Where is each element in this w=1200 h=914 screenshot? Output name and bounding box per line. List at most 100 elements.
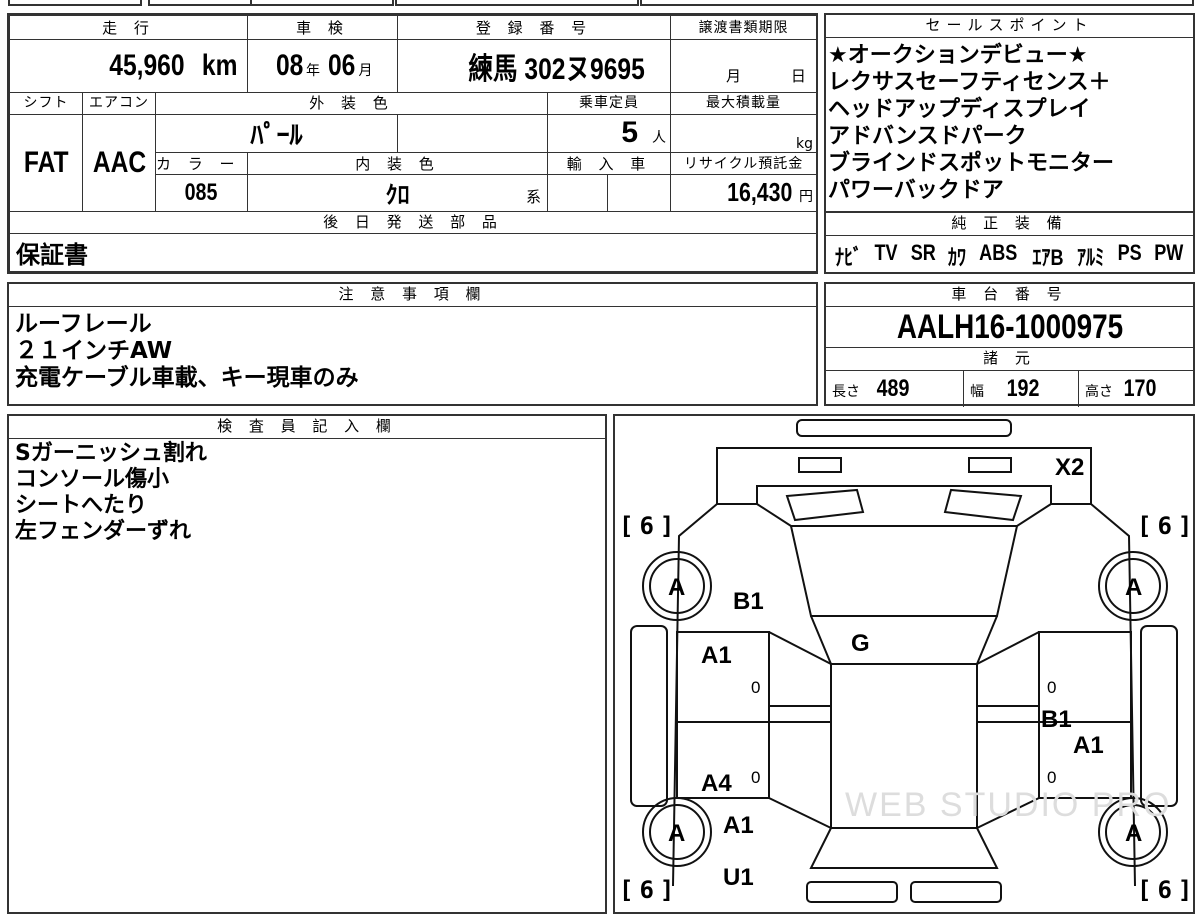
mark-roof: X2 [1055,454,1085,481]
equipment-item: ｱﾙﾐ [1077,245,1105,270]
note-line: ルーフレール [15,311,152,337]
exterior-extra-cell [397,113,549,154]
zero-mark: 0 [1047,768,1057,787]
color-no-value: 085 [185,178,218,206]
sales-points-header: セールスポイント [826,15,1193,38]
mileage-cell: 45,960 km [8,39,249,93]
inspector-line: 左フェンダーずれ [15,519,192,544]
mileage-unit: km [201,48,238,82]
note-line: 充電ケーブル車載、キー現車のみ [15,365,359,391]
later-parts-value: 保証書 [16,240,88,269]
recycle-unit: 円 [799,189,814,206]
recycle-header: リサイクル預託金 [670,152,818,176]
mark-wheel-fr: A [1125,574,1143,601]
inspector-list: Sガーニッシュ割れ コンソール傷小 シートへたり 左フェンダーずれ [9,439,605,545]
equipment-item: TV [874,240,898,265]
height-label: 高さ [1085,384,1113,400]
height-value: 170 [1123,375,1157,402]
exterior-value: ﾊﾟｰﾙ [250,120,303,151]
equipment-box: 純 正 装 備 ﾅﾋﾞ TV SR ｶﾜ ABS ｴｱB ｱﾙﾐ PS PW [824,211,1195,274]
width-value: 192 [1006,375,1040,402]
notes-box: 注 意 事 項 欄 ルーフレール ２１インチAW 充電ケーブル車載、キー現車のみ [7,282,818,406]
spec-height: 高さ 170 [1079,371,1193,407]
length-label: 長さ [832,384,860,400]
later-parts-cell: 保証書 [8,232,818,273]
note-line: ２１インチAW [15,338,173,364]
mark-wheel-rl: A [668,820,686,847]
equipment-item: SR [910,240,936,265]
recycle-cell: 16,430 円 [670,174,818,212]
interior-cell: ｸﾛ 系 [247,174,549,212]
transfer-cell: 月 日 [670,39,818,93]
spec-row: 長さ 489 幅 192 高さ 170 [826,371,1193,407]
capacity-cell: 5人 [547,113,672,154]
capacity-value: 5 [621,116,639,150]
inspection-year: 08 [275,48,303,82]
mileage-header: 走 行 [8,14,249,41]
chassis-number: AALH16-1000975 [896,308,1123,346]
notes-list: ルーフレール ２１インチAW 充電ケーブル車載、キー現車のみ [9,307,816,392]
tire-fl-value: 6 [639,512,660,540]
mark-windshield: G [851,630,870,657]
tire-fr: [6] [1137,512,1199,540]
sales-line: ヘッドアップディスプレイ [828,97,1091,122]
watermark: WEB STUDIO PRO [845,786,1172,824]
spec-header: 諸 元 [826,348,1193,371]
sales-points-box: セールスポイント ★オークションデビュー★ レクサスセーフティセンス＋ ヘッドア… [824,13,1195,213]
mark-wheel-fl: A [668,574,686,601]
registration-header: 登 録 番 号 [397,14,672,41]
car-diagram: WEB STUDIO PRO [6] [6] [6] [6] X2 A A A … [613,414,1195,914]
top-strip [0,0,1200,6]
ac-value: AAC [92,145,146,179]
equipment-list: ﾅﾋﾞ TV SR ｶﾜ ABS ｴｱB ｱﾙﾐ PS PW [826,236,1193,272]
equipment-item: ABS [979,240,1018,265]
shift-header: シフト [9,91,83,115]
inspection-month-unit: 月 [358,62,373,79]
spec-width: 幅 192 [964,371,1079,407]
import-cell-a [547,174,609,212]
inspection-month: 06 [328,48,356,82]
exterior-header: 外 装 色 [154,91,549,115]
sales-line: ブラインドスポットモニター [828,151,1115,176]
zero-mark: 0 [751,768,761,787]
sales-points-list: ★オークションデビュー★ レクサスセーフティセンス＋ ヘッドアップディスプレイ … [826,38,1193,204]
max-load-unit: kg [796,136,814,153]
transfer-day-unit: 日 [790,67,806,86]
mark-left-rear-fender: A1 [723,812,754,839]
equipment-item: ｴｱB [1032,245,1064,270]
chassis-header: 車 台 番 号 [826,284,1193,307]
import-header: 輸 入 車 [547,152,672,176]
transfer-month-unit: 月 [726,67,742,86]
inspector-line: コンソール傷小 [15,467,170,492]
inspector-line: シートへたり [15,493,148,518]
mark-left-rear-door: A4 [701,770,732,797]
equipment-item: ﾅﾋﾞ [834,245,863,270]
interior-suffix: 系 [526,187,542,206]
inspector-header: 検 査 員 記 入 欄 [9,416,605,439]
length-value: 489 [876,375,910,402]
sales-line: ★オークションデビュー★ [828,43,1088,68]
width-label: 幅 [970,384,984,400]
sales-line: アドバンスドパーク [828,124,1027,149]
capacity-unit: 人 [652,130,667,147]
ac-cell: AAC [82,113,156,212]
mark-left-bumper: U1 [723,864,754,891]
sales-line: パワーバックドア [828,178,1004,203]
import-cell-b [607,174,672,212]
spec-length: 長さ 489 [826,371,964,407]
color-no-header: カ ラ ー No. [154,152,249,176]
inspector-line: Sガーニッシュ割れ [15,441,207,466]
notes-header: 注 意 事 項 欄 [9,284,816,307]
tire-fr-value: 6 [1157,512,1178,540]
max-load-header: 最大積載量 [670,91,818,115]
zero-mark: 0 [1047,678,1057,697]
ac-header: エアコン [82,91,156,115]
capacity-header: 乗車定員 [547,91,672,115]
chassis-box: 車 台 番 号 AALH16-1000975 諸 元 長さ 489 幅 192 … [824,282,1195,407]
color-no-cell: 085 [154,174,249,212]
mark-right-door-a: A1 [1073,732,1104,759]
mark-right-door-b: B1 [1041,706,1072,733]
max-load-cell: kg [670,113,818,154]
chassis-number-cell: AALH16-1000975 [826,307,1193,348]
equipment-item: PS [1117,240,1142,265]
